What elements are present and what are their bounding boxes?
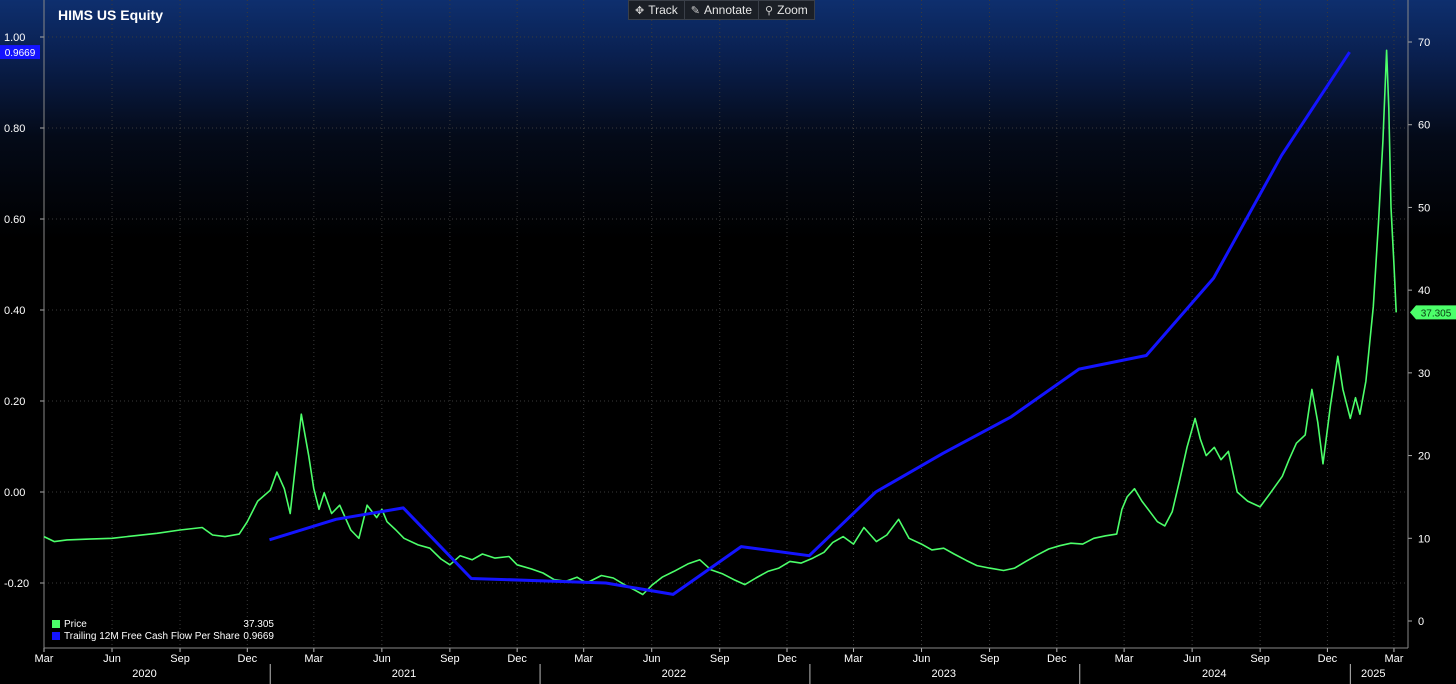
zoom-button[interactable]: ⚲ Zoom [759,1,814,19]
right-tick-label: 20 [1418,451,1430,463]
x-tick-label: Jun [373,653,391,665]
year-label: 2022 [662,668,686,680]
track-button[interactable]: ✥ Track [629,1,685,19]
x-tick-label: Jun [103,653,121,665]
track-label: Track [648,3,678,17]
chart-legend: Price 37.305 Trailing 12M Free Cash Flow… [52,618,274,642]
x-tick-label: Dec [1047,653,1067,665]
x-tick-label: Mar [1115,653,1134,665]
legend-label-price: Price [64,618,87,630]
x-tick-label: Sep [170,653,190,665]
annotate-button[interactable]: ✎ Annotate [685,1,760,19]
magnifier-icon: ⚲ [765,4,774,17]
x-tick-label: Mar [574,653,593,665]
plot-background [0,0,1456,684]
left-tick-label: 0.40 [4,305,25,317]
left-value-badge-text: 0.9669 [5,48,36,59]
legend-entry-price[interactable]: Price 37.305 [52,618,274,630]
legend-swatch-price [52,620,60,628]
chart-canvas: -0.20 0.00 0.20 0.40 0.60 0.80 1.00 0 10 20 30 40 50… [0,0,1456,684]
chart-toolbar: ✥ Track ✎ Annotate ⚲ Zoom [628,0,815,20]
right-tick-label: 0 [1418,616,1424,628]
legend-entry-fcf[interactable]: Trailing 12M Free Cash Flow Per Share 0.… [52,630,274,642]
x-tick-label: Sep [440,653,460,665]
year-label: 2020 [132,668,156,680]
legend-swatch-fcf [52,632,60,640]
year-label: 2025 [1361,668,1385,680]
x-tick-label: Mar [1384,653,1403,665]
left-tick-label: 1.00 [4,32,25,44]
right-tick-label: 40 [1418,285,1430,297]
x-tick-label: Dec [777,653,797,665]
right-tick-label: 70 [1418,37,1430,49]
right-tick-label: 50 [1418,202,1430,214]
left-tick-label: 0.80 [4,123,25,135]
x-tick-label: Jun [643,653,661,665]
x-tick-label: Dec [238,653,258,665]
x-tick-label: Dec [1318,653,1338,665]
x-tick-label: Mar [844,653,863,665]
x-tick-label: Mar [35,653,54,665]
legend-value-price: 37.305 [243,618,274,630]
x-tick-label: Jun [913,653,931,665]
left-tick-label: 0.20 [4,396,25,408]
x-tick-label: Dec [507,653,527,665]
pencil-icon: ✎ [690,4,700,17]
left-tick-label: 0.00 [4,487,25,499]
right-tick-label: 30 [1418,368,1430,380]
legend-label-fcf: Trailing 12M Free Cash Flow Per Share [64,630,240,642]
chart-title: HIMS US Equity [58,7,164,23]
legend-value-fcf: 0.9669 [243,630,274,642]
left-tick-label: -0.20 [4,578,29,590]
crosshair-icon: ✥ [635,4,645,17]
x-tick-label: Sep [710,653,730,665]
x-tick-label: Sep [1250,653,1270,665]
right-tick-label: 60 [1418,120,1430,132]
year-label: 2023 [931,668,955,680]
x-tick-label: Mar [304,653,323,665]
x-tick-label: Jun [1183,653,1201,665]
zoom-label: Zoom [777,3,808,17]
year-label: 2024 [1202,668,1226,680]
x-tick-label: Sep [980,653,1000,665]
annotate-label: Annotate [704,3,753,17]
year-label: 2021 [392,668,416,680]
right-value-badge-text: 37.305 [1421,308,1452,319]
right-tick-label: 10 [1418,533,1430,545]
left-tick-label: 0.60 [4,214,25,226]
